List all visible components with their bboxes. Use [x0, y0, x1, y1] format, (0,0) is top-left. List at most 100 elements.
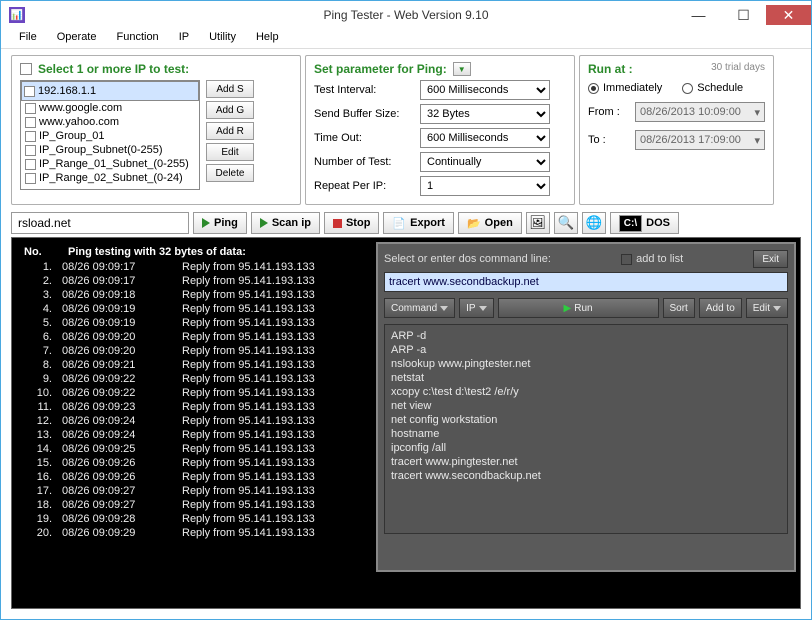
- dos-list-item[interactable]: hostname: [391, 427, 781, 441]
- buffer-select[interactable]: 32 Bytes: [420, 104, 550, 124]
- from-datetime[interactable]: 08/26/2013 10:09:00▾: [635, 102, 765, 122]
- radio-immediately[interactable]: Immediately: [588, 82, 662, 94]
- dos-list-item[interactable]: net view: [391, 399, 781, 413]
- ip-checkbox[interactable]: [25, 159, 36, 170]
- ip-item[interactable]: IP_Range_02_Subnet_(0-24): [21, 171, 199, 185]
- addlist-checkbox[interactable]: [621, 254, 632, 265]
- ip-list[interactable]: 192.168.1.1 www.google.com www.yahoo.com…: [20, 80, 200, 190]
- radio-schedule[interactable]: Schedule: [682, 82, 743, 94]
- ip-item-label: IP_Group_01: [39, 130, 104, 142]
- open-label: Open: [485, 217, 513, 229]
- menu-function[interactable]: Function: [106, 29, 168, 48]
- to-label: To :: [588, 134, 606, 146]
- ping-button[interactable]: Ping: [193, 212, 247, 234]
- dos-command-dropdown[interactable]: Command: [384, 298, 455, 318]
- edit-button[interactable]: Edit: [206, 143, 254, 161]
- dos-exit-button[interactable]: Exit: [753, 250, 788, 268]
- menu-bar: File Operate Function IP Utility Help: [1, 29, 811, 49]
- close-button[interactable]: ✕: [766, 5, 811, 25]
- run-label: Run: [574, 303, 592, 314]
- toolbar: Ping Scan ip Stop 📄Export 📂 Open 🖼 🔍 🌐 C:…: [1, 209, 811, 237]
- tool-icon-browser[interactable]: 🌐: [582, 212, 606, 234]
- to-value: 08/26/2013 17:09:00: [640, 134, 741, 146]
- dos-label: DOS: [646, 217, 670, 229]
- chevron-down-icon: [440, 306, 448, 311]
- dos-list-item[interactable]: xcopy c:\test d:\test2 /e/r/y: [391, 385, 781, 399]
- edit-label: Edit: [753, 303, 770, 314]
- dos-list-item[interactable]: tracert www.pingtester.net: [391, 455, 781, 469]
- radio-label: Immediately: [603, 82, 662, 94]
- ip-checkbox[interactable]: [25, 145, 36, 156]
- ping-label: Ping: [214, 217, 238, 229]
- dos-list-item[interactable]: tracert www.secondbackup.net: [391, 469, 781, 483]
- export-icon: 📄: [392, 217, 406, 230]
- scan-label: Scan ip: [272, 217, 311, 229]
- ip-select-group: Select 1 or more IP to test: 192.168.1.1…: [11, 55, 301, 205]
- stop-button[interactable]: Stop: [324, 212, 379, 234]
- menu-operate[interactable]: Operate: [47, 29, 107, 48]
- menu-help[interactable]: Help: [246, 29, 289, 48]
- ip-checkbox[interactable]: [25, 117, 36, 128]
- delete-button[interactable]: Delete: [206, 164, 254, 182]
- menu-ip[interactable]: IP: [169, 29, 199, 48]
- dos-input[interactable]: [384, 272, 788, 292]
- dos-addto-button[interactable]: Add to: [699, 298, 742, 318]
- to-datetime[interactable]: 08/26/2013 17:09:00▾: [635, 130, 765, 150]
- scanip-button[interactable]: Scan ip: [251, 212, 320, 234]
- ip-item[interactable]: IP_Group_01: [21, 129, 199, 143]
- run-title: Run at :: [588, 62, 633, 76]
- cmd-label: Command: [391, 303, 437, 314]
- minimize-button[interactable]: —: [676, 5, 721, 25]
- ip-checkbox[interactable]: [25, 131, 36, 142]
- numtest-select[interactable]: Continually: [420, 152, 550, 172]
- add-r-button[interactable]: Add R: [206, 122, 254, 140]
- menu-utility[interactable]: Utility: [199, 29, 246, 48]
- ip-checkbox[interactable]: [25, 103, 36, 114]
- ip-item[interactable]: www.google.com: [21, 101, 199, 115]
- dos-list-item[interactable]: nslookup www.pingtester.net: [391, 357, 781, 371]
- timeout-select[interactable]: 600 Milliseconds: [420, 128, 550, 148]
- window-title: Ping Tester - Web Version 9.10: [324, 8, 489, 22]
- dos-list-item[interactable]: ARP -a: [391, 343, 781, 357]
- export-button[interactable]: 📄Export: [383, 212, 454, 234]
- ip-checkbox[interactable]: [24, 86, 35, 97]
- maximize-button[interactable]: ☐: [721, 5, 766, 25]
- dos-list-item[interactable]: ipconfig /all: [391, 441, 781, 455]
- dos-edit-dropdown[interactable]: Edit: [746, 298, 788, 318]
- tool-icon-2[interactable]: 🔍: [554, 212, 578, 234]
- repeat-select[interactable]: 1: [420, 176, 550, 196]
- folder-icon: 📂: [467, 217, 481, 230]
- add-g-button[interactable]: Add G: [206, 101, 254, 119]
- dos-button[interactable]: C:\DOS: [610, 212, 679, 234]
- param-label: Repeat Per IP:: [314, 180, 414, 192]
- ip-item[interactable]: IP_Group_Subnet(0-255): [21, 143, 199, 157]
- ip-item[interactable]: www.yahoo.com: [21, 115, 199, 129]
- param-title: Set parameter for Ping:: [314, 62, 447, 76]
- chevron-down-icon: [773, 306, 781, 311]
- ip-item-label: IP_Group_Subnet(0-255): [39, 144, 163, 156]
- param-group: Set parameter for Ping: ▼ Test Interval:…: [305, 55, 575, 205]
- tool-icon-1[interactable]: 🖼: [526, 212, 550, 234]
- play-icon: [202, 218, 210, 228]
- param-label: Time Out:: [314, 132, 414, 144]
- play-icon: [260, 218, 268, 228]
- dos-list-item[interactable]: ARP -d: [391, 329, 781, 343]
- ip-checkbox[interactable]: [25, 173, 36, 184]
- dos-list-item[interactable]: net config workstation: [391, 413, 781, 427]
- run-group: 30 trial days Run at : Immediately Sched…: [579, 55, 774, 205]
- ip-item[interactable]: IP_Range_01_Subnet_(0-255): [21, 157, 199, 171]
- dos-sort-button[interactable]: Sort: [663, 298, 695, 318]
- select-all-checkbox[interactable]: [20, 63, 32, 75]
- param-dropdown-icon[interactable]: ▼: [453, 62, 471, 76]
- dos-list-item[interactable]: netstat: [391, 371, 781, 385]
- add-s-button[interactable]: Add S: [206, 80, 254, 98]
- ip-item[interactable]: 192.168.1.1: [21, 81, 199, 101]
- menu-file[interactable]: File: [9, 29, 47, 48]
- open-button[interactable]: 📂 Open: [458, 212, 522, 234]
- dos-history-list[interactable]: ARP -dARP -anslookup www.pingtester.netn…: [384, 324, 788, 534]
- dos-ip-dropdown[interactable]: IP: [459, 298, 493, 318]
- host-input[interactable]: [11, 212, 189, 234]
- from-label: From :: [588, 106, 620, 118]
- dos-run-button[interactable]: ▶Run: [498, 298, 659, 318]
- interval-select[interactable]: 600 Milliseconds: [420, 80, 550, 100]
